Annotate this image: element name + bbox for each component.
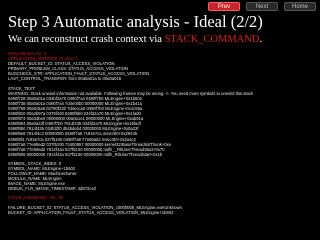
slide-subtitle: We can reconstruct crash context via STA…	[8, 33, 312, 46]
next-button[interactable]: Next	[246, 2, 278, 11]
home-button[interactable]: Home	[284, 2, 316, 11]
slide: Prev Next Home Step 3 Automatic analysis…	[0, 0, 320, 240]
debugger-output: NTGLOBALFLAG: 0 APPLICATION_VERIFIER_FLA…	[8, 51, 312, 237]
subtitle-suffix: .	[259, 34, 263, 45]
subtitle-emphasis: STACK_COMMAND	[164, 34, 260, 45]
prev-button[interactable]: Prev	[208, 2, 240, 11]
dump-line: BUCKET_ID: APPLICATION_FAULT_STATUS_ACCE…	[8, 209, 174, 215]
slide-nav: Prev Next Home	[208, 2, 316, 11]
subtitle-prefix: We can reconstruct crash context via	[8, 34, 165, 45]
slide-title: Step 3 Automatic analysis - Ideal (2/2)	[8, 12, 263, 31]
